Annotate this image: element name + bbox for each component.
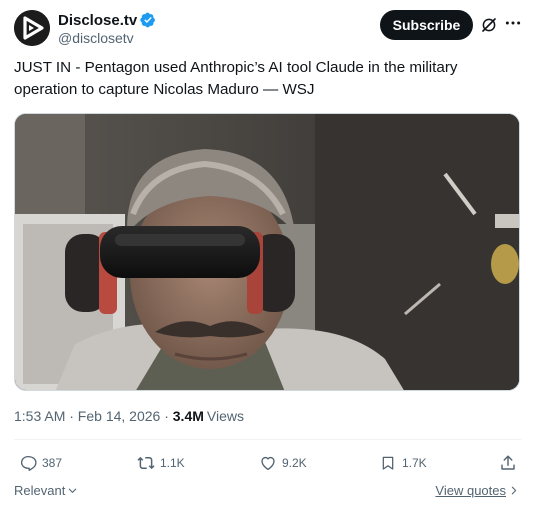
views-label: Views [206,408,244,424]
avatar[interactable] [14,10,50,46]
bookmark-count: 1.7K [402,456,427,470]
chevron-right-icon [509,485,519,496]
repost-count: 1.1K [160,456,185,470]
like-count: 9.2K [282,456,307,470]
reply-button[interactable]: 387 [18,448,62,478]
author-names: Disclose.tv @disclosetv [58,11,156,46]
tweet-header: Disclose.tv @disclosetv Subscribe [14,10,521,50]
reply-count: 387 [42,456,63,470]
tweet-media-photo[interactable] [14,113,520,391]
author-handle[interactable]: @disclosetv [58,30,156,46]
tweet-meta: 1:53 AM · Feb 14, 2026 · 3.4M Views [14,408,244,424]
replies-controls: Relevant View quotes [14,481,521,501]
repost-button[interactable]: 1.1K [136,448,185,478]
view-quotes-label: View quotes [435,483,506,498]
bookmark-icon [378,453,398,473]
tweet-text: JUST IN - Pentagon used Anthropic’s AI t… [14,59,458,98]
sort-dropdown[interactable]: Relevant [14,483,78,498]
author-display-name[interactable]: Disclose.tv [58,12,137,29]
heart-icon [258,453,278,473]
share-button[interactable] [498,448,522,478]
disclose-logo-icon [14,10,50,46]
share-icon [498,453,518,473]
grok-icon[interactable] [480,16,498,34]
view-quotes-link[interactable]: View quotes [435,483,519,498]
like-button[interactable]: 9.2K [258,448,307,478]
divider [14,439,521,440]
timestamp[interactable]: 1:53 AM · Feb 14, 2026 · [14,408,173,424]
more-icon[interactable] [504,14,522,32]
reply-icon [18,453,38,473]
sort-label: Relevant [14,483,66,498]
action-bar: 387 1.1K 9.2K 1.7K [14,448,521,478]
bookmark-button[interactable]: 1.7K [378,448,427,478]
views-count: 3.4M [172,408,204,424]
verified-badge-icon [140,12,156,28]
chevron-down-icon [67,485,78,496]
repost-icon [136,453,156,473]
subscribe-button[interactable]: Subscribe [380,10,473,40]
